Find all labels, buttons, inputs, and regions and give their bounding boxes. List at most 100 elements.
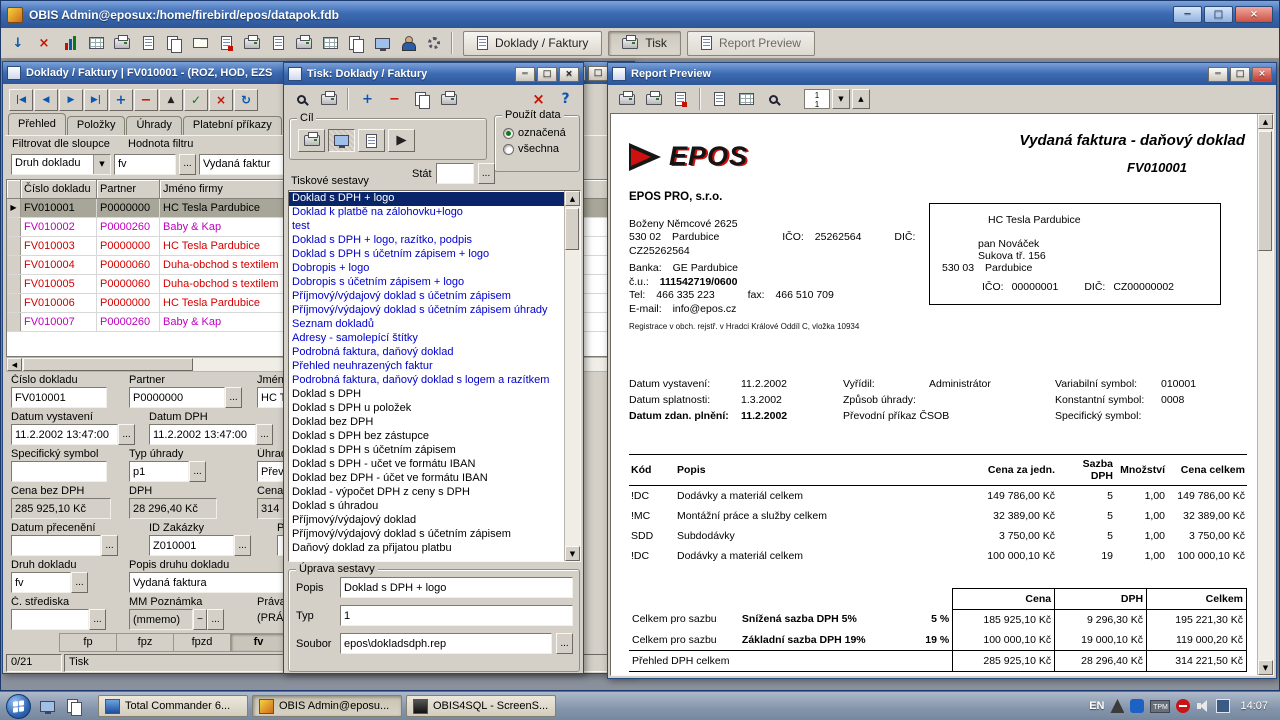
report-close-button[interactable]: × bbox=[1252, 67, 1272, 82]
stat-ellipsis-button[interactable]: ... bbox=[478, 163, 495, 184]
scroll-up-icon[interactable]: ▲ bbox=[1258, 114, 1273, 129]
maximize-button[interactable]: □ bbox=[1204, 6, 1233, 23]
export-button[interactable] bbox=[668, 88, 693, 111]
taskbar-task-button[interactable]: Total Commander 6... bbox=[98, 695, 248, 717]
tab-tisk[interactable]: Tisk bbox=[608, 31, 681, 56]
page-down-button[interactable]: ▼ bbox=[832, 89, 850, 109]
close-button[interactable]: × bbox=[1235, 6, 1273, 23]
add-report-button[interactable]: + bbox=[355, 88, 380, 111]
tisk-close-button[interactable]: × bbox=[559, 67, 579, 82]
id-zakazky-ellipsis-button[interactable]: ... bbox=[234, 535, 251, 556]
archive-button[interactable] bbox=[343, 31, 369, 56]
report-list-item[interactable]: Doklad s DPH bez zástupce bbox=[289, 430, 564, 444]
nav-refresh-button[interactable]: ↻ bbox=[234, 89, 258, 111]
nav-next-button[interactable]: ▶ bbox=[59, 89, 83, 111]
print-setup-button[interactable] bbox=[614, 88, 639, 111]
doklady-tab[interactable]: Platební příkazy bbox=[183, 116, 282, 135]
taskbar-task-button[interactable]: OBIS Admin@eposu... bbox=[252, 695, 402, 717]
stat-input[interactable] bbox=[436, 163, 474, 184]
tray-network-icon[interactable] bbox=[1216, 699, 1230, 713]
nav-cancel-button[interactable]: × bbox=[209, 89, 233, 111]
mail-button[interactable] bbox=[187, 31, 213, 56]
typ-input[interactable] bbox=[340, 605, 573, 626]
druh-dokladu-ellipsis-button[interactable]: ... bbox=[71, 572, 88, 593]
filter-value-input[interactable] bbox=[114, 154, 176, 175]
partner-field[interactable] bbox=[129, 387, 225, 408]
target-printer-button[interactable] bbox=[298, 129, 325, 152]
report-titlebar[interactable]: Report Preview ─ □ × bbox=[608, 63, 1276, 85]
report-list-item[interactable]: Doklad s DPH + logo, razítko, podpis bbox=[289, 234, 564, 248]
druh-dokladu-field[interactable] bbox=[11, 572, 71, 593]
clock[interactable]: 14:07 bbox=[1240, 700, 1268, 712]
soubor-ellipsis-button[interactable]: ... bbox=[556, 633, 573, 654]
settings-button[interactable] bbox=[421, 31, 447, 56]
tisk-minimize-button[interactable]: ─ bbox=[515, 67, 535, 82]
datum-preceneni-field[interactable] bbox=[11, 535, 101, 556]
stredisko-ellipsis-button[interactable]: ... bbox=[89, 609, 106, 630]
typ-uhrady-ellipsis-button[interactable]: ... bbox=[189, 461, 206, 482]
nav-edit-button[interactable]: ▲ bbox=[159, 89, 183, 111]
printer-setup-button[interactable] bbox=[436, 88, 461, 111]
target-file-button[interactable] bbox=[358, 129, 385, 152]
soubor-input[interactable] bbox=[340, 633, 552, 654]
report-maximize-button[interactable]: □ bbox=[1230, 67, 1250, 82]
help-button[interactable]: ? bbox=[553, 88, 578, 111]
scroll-left-icon[interactable]: ◀ bbox=[7, 358, 22, 371]
nav-prior-button[interactable]: ◀ bbox=[34, 89, 58, 111]
datum-vystaveni-ellipsis-button[interactable]: ... bbox=[118, 424, 135, 445]
report-list-item[interactable]: test bbox=[289, 220, 564, 234]
start-button[interactable] bbox=[6, 694, 31, 719]
delete-button[interactable]: × bbox=[31, 31, 57, 56]
nav-post-button[interactable]: ✓ bbox=[184, 89, 208, 111]
preview-scrollbar[interactable]: ▲ ▼ bbox=[1257, 114, 1273, 675]
report-list-item[interactable]: Přehled neuhrazených faktur bbox=[289, 360, 564, 374]
doklady-maximize-button[interactable]: □ bbox=[588, 66, 608, 81]
report-list-item[interactable]: Příjmový/výdajový doklad s účetním zápis… bbox=[289, 290, 564, 304]
report-list-item[interactable]: Doklad s DPH u položek bbox=[289, 402, 564, 416]
report-list-item[interactable]: Příjmový/výdajový doklad bbox=[289, 514, 564, 528]
datum-preceneni-ellipsis-button[interactable]: ... bbox=[101, 535, 118, 556]
document-type-tab[interactable]: fp bbox=[59, 633, 116, 652]
taskbar-task-button[interactable]: OBIS4SQL - ScreenS... bbox=[406, 695, 556, 717]
scrollbar-thumb[interactable] bbox=[565, 208, 579, 250]
tray-bluetooth-icon[interactable] bbox=[1130, 699, 1144, 713]
datum-dph-field[interactable] bbox=[149, 424, 256, 445]
document-type-tab[interactable]: fpzd bbox=[173, 633, 230, 652]
chevron-down-icon[interactable]: ▼ bbox=[93, 155, 110, 174]
report-list-item[interactable]: Doklad s úhradou bbox=[289, 500, 564, 514]
table-button[interactable] bbox=[83, 31, 109, 56]
minimize-button[interactable]: ─ bbox=[1173, 6, 1202, 23]
report-list-item[interactable]: Doklad s DPH bbox=[289, 388, 564, 402]
radio-vsechna[interactable]: všechna bbox=[495, 139, 579, 155]
print-button[interactable] bbox=[641, 88, 666, 111]
report-button[interactable] bbox=[213, 31, 239, 56]
report-list-item[interactable]: Seznam dokladů bbox=[289, 318, 564, 332]
tisk-titlebar[interactable]: Tisk: Doklady / Faktury ─ □ × bbox=[284, 63, 583, 85]
id-zakazky-field[interactable] bbox=[149, 535, 234, 556]
scroll-down-icon[interactable]: ▼ bbox=[1258, 660, 1273, 675]
poznamka-minus-button[interactable]: − bbox=[193, 609, 207, 630]
main-titlebar[interactable]: OBIS Admin@eposux:/home/firebird/epos/da… bbox=[1, 1, 1279, 28]
report-list-item[interactable]: Příjmový/výdajový doklad s účetním zápis… bbox=[289, 528, 564, 542]
report-list-item[interactable]: Doklad s DPH + logo bbox=[289, 192, 564, 206]
user-button[interactable] bbox=[395, 31, 421, 56]
report-list-item[interactable]: Adresy - samolepící štítky bbox=[289, 332, 564, 346]
report-list-item[interactable]: Doklad s DPH s účetním zápisem + logo bbox=[289, 248, 564, 262]
report-list-item[interactable]: Dobropis + logo bbox=[289, 262, 564, 276]
report-list-item[interactable]: Doklad k platbě na zálohovku+logo bbox=[289, 206, 564, 220]
tisk-maximize-button[interactable]: □ bbox=[537, 67, 557, 82]
doklady-tab[interactable]: Úhrady bbox=[126, 116, 181, 135]
zoom-button[interactable] bbox=[761, 88, 786, 111]
document-button[interactable] bbox=[135, 31, 161, 56]
scrollbar-thumb[interactable] bbox=[1258, 131, 1272, 251]
calculator-button[interactable] bbox=[317, 31, 343, 56]
scroll-up-icon[interactable]: ▲ bbox=[565, 191, 580, 206]
preview-report-button[interactable] bbox=[289, 88, 314, 111]
close-dialog-button[interactable]: × bbox=[526, 88, 551, 111]
page-width-button[interactable] bbox=[734, 88, 759, 111]
specificky-symbol-field[interactable] bbox=[11, 461, 107, 482]
document-type-tab[interactable]: fpz bbox=[116, 633, 173, 652]
page-up-button[interactable]: ▲ bbox=[852, 89, 870, 109]
report-list-item[interactable]: Doklad - výpočet DPH z ceny s DPH bbox=[289, 486, 564, 500]
print-preview-button[interactable] bbox=[239, 31, 265, 56]
